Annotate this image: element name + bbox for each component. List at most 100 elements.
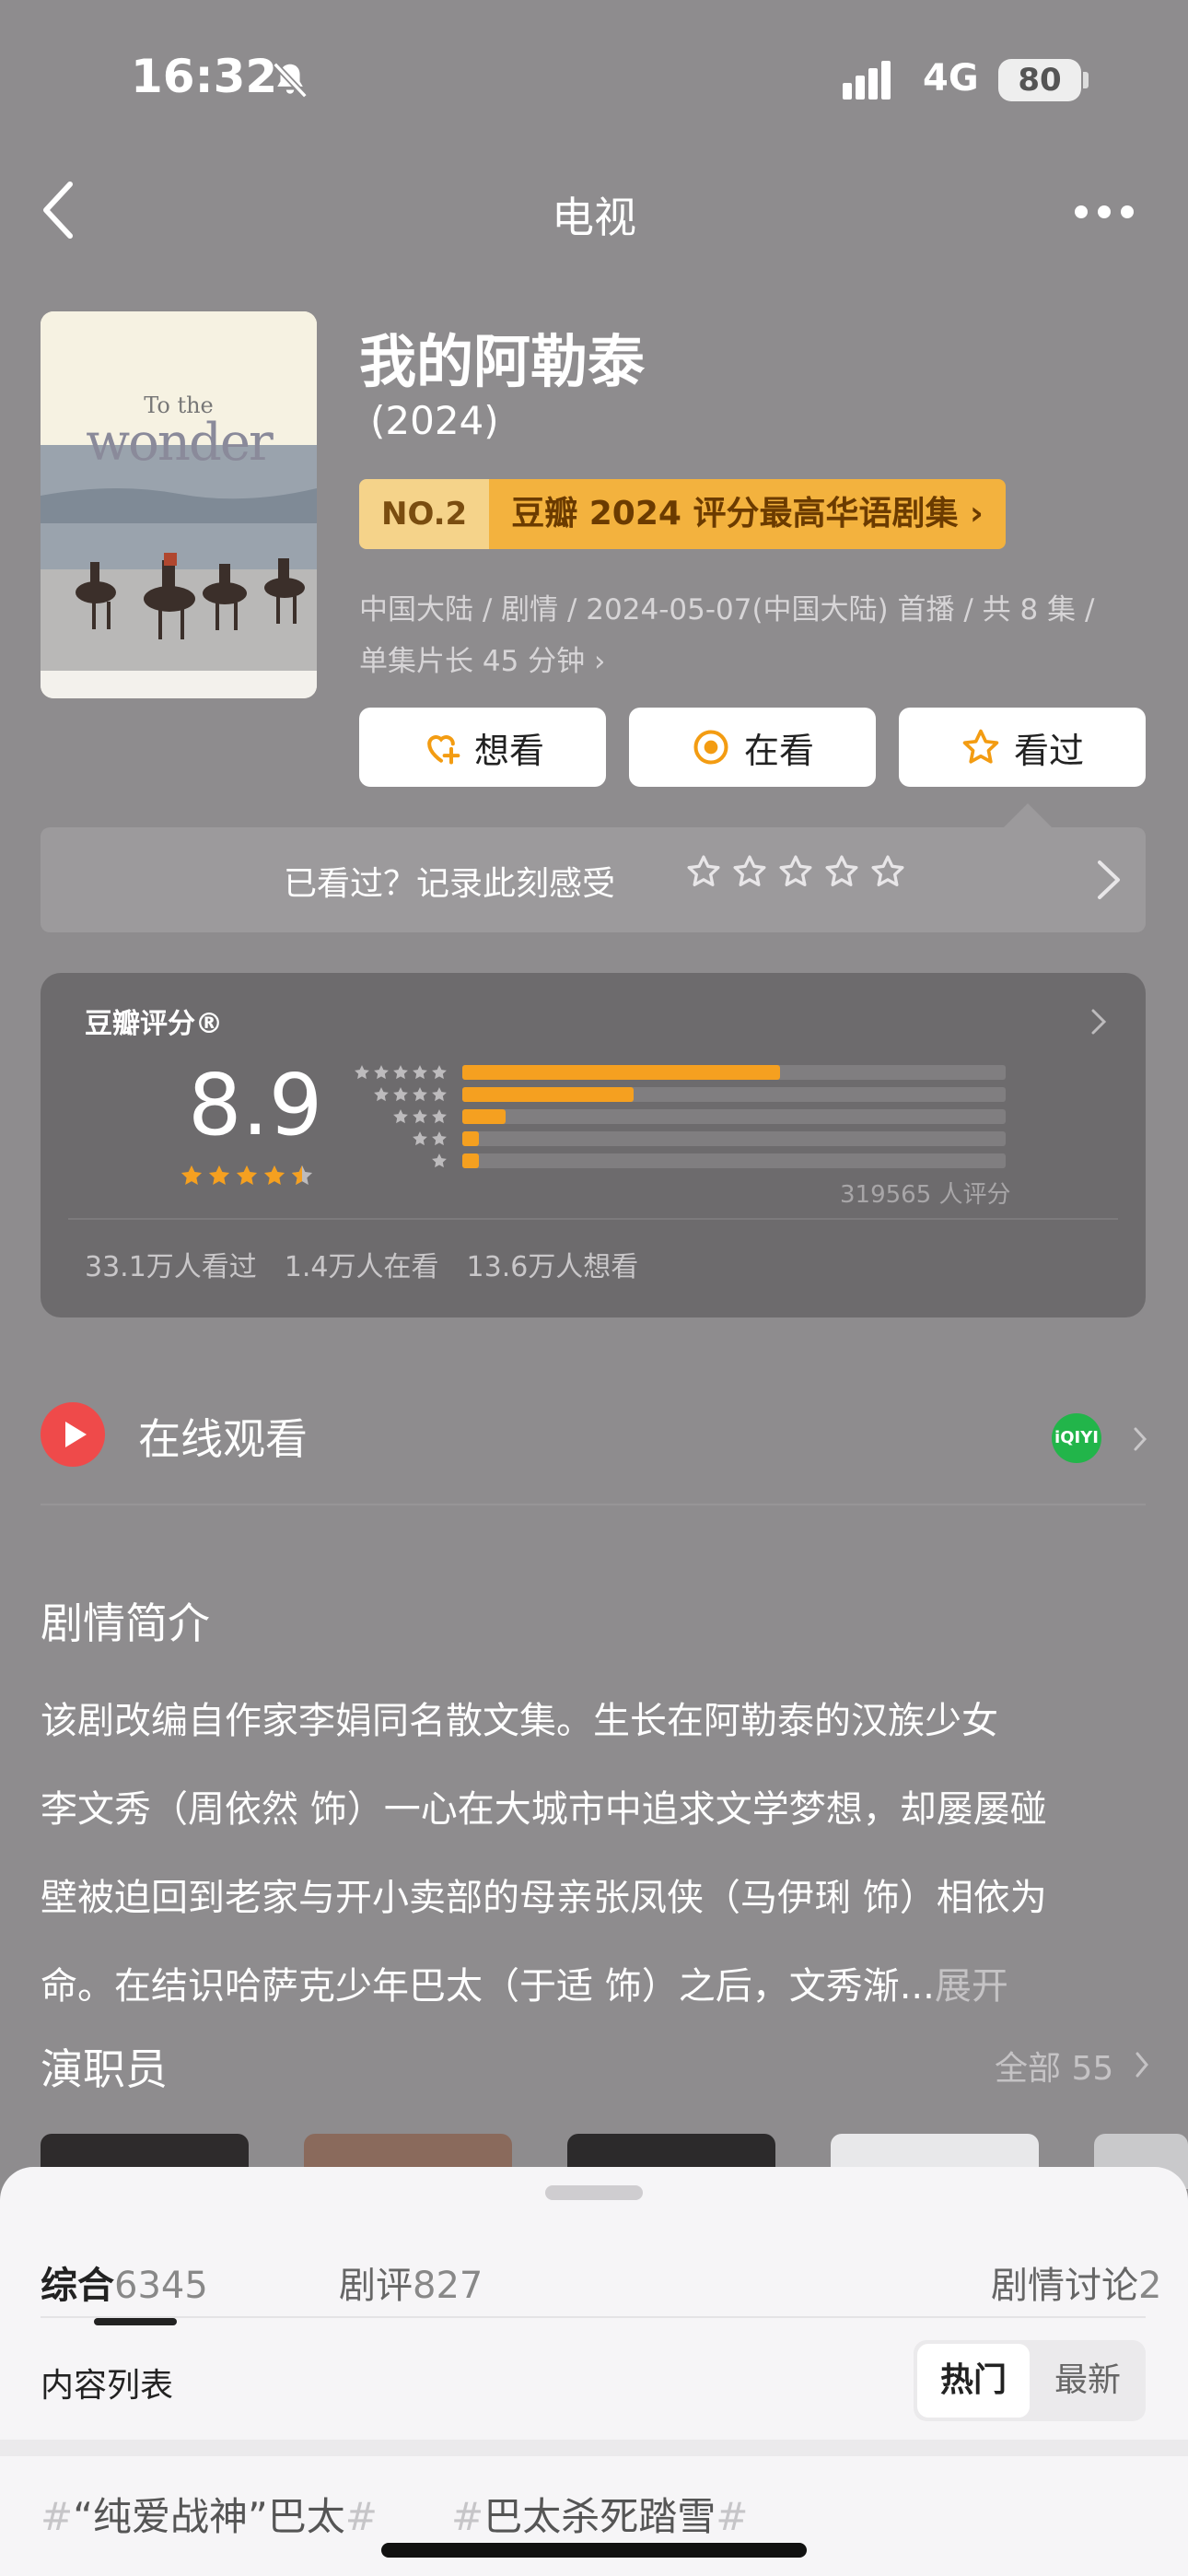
rating-card[interactable]: 豆瓣评分® 8.9 319565 人评分 33.1万人看过 1.4万人在看 13… bbox=[41, 973, 1146, 1317]
star-icon bbox=[432, 1065, 447, 1080]
topic-tag[interactable]: #“纯爱战神”巴太# bbox=[41, 2486, 378, 2542]
synopsis-title: 剧情简介 bbox=[41, 1598, 210, 1648]
sort-toggle[interactable]: 热门 最新 bbox=[914, 2340, 1146, 2421]
meta-line-1: 中国大陆 / 剧情 / 2024-05-07(中国大陆) 首播 / 共 8 集 … bbox=[359, 593, 1095, 626]
tab-reviews[interactable]: 剧评827 bbox=[339, 2255, 483, 2309]
show-year: (2024) bbox=[370, 398, 499, 443]
rating-divider bbox=[68, 1218, 1118, 1220]
star-icon bbox=[432, 1131, 447, 1146]
section-separator bbox=[0, 2440, 1188, 2456]
star-icon bbox=[263, 1165, 285, 1186]
chevron-right-icon bbox=[1098, 861, 1120, 899]
star-icon bbox=[413, 1087, 427, 1102]
show-meta[interactable]: 中国大陆 / 剧情 / 2024-05-07(中国大陆) 首播 / 共 8 集 … bbox=[359, 584, 1142, 687]
more-dots-icon[interactable] bbox=[1074, 203, 1135, 221]
tab-plot-discussion[interactable]: 剧情讨论2 bbox=[991, 2255, 1161, 2309]
sort-hot-button[interactable]: 热门 bbox=[917, 2344, 1030, 2418]
rating-score: 8.9 bbox=[188, 1056, 323, 1154]
rating-bar-stars bbox=[391, 1107, 448, 1126]
chevron-right-icon bbox=[1091, 1009, 1107, 1035]
rating-bar-row bbox=[353, 1063, 1006, 1082]
tab-overview[interactable]: 综合6345 bbox=[41, 2255, 208, 2309]
discussion-sheet[interactable]: 综合6345 剧评827 剧情讨论2 内容列表 热门 最新 #“纯爱战神”巴太#… bbox=[0, 2167, 1188, 2576]
rating-bar-track bbox=[462, 1109, 1006, 1124]
poster-art bbox=[41, 311, 317, 698]
want-to-watch-label: 想看 bbox=[473, 730, 544, 771]
bell-muted-icon bbox=[273, 62, 308, 99]
star-icon bbox=[432, 1153, 447, 1168]
synopsis-line: 壁被迫回到老家与开小卖部的母亲张凤侠（马伊琍 饰）相依为 bbox=[41, 1877, 1047, 1919]
star-icon bbox=[825, 855, 858, 887]
online-watch-label: 在线观看 bbox=[138, 1414, 308, 1464]
iqiyi-icon[interactable]: iQIYI bbox=[1052, 1413, 1101, 1463]
star-icon bbox=[393, 1065, 408, 1080]
rating-bar-track bbox=[462, 1087, 1006, 1102]
star-icon bbox=[871, 855, 904, 887]
cast-title: 演职员 bbox=[41, 2044, 168, 2094]
meta-line-2: 单集片长 45 分钟 › bbox=[359, 645, 606, 678]
expand-link[interactable]: 展开 bbox=[935, 1965, 1008, 2008]
watching-button[interactable]: 在看 bbox=[629, 708, 876, 787]
star-icon bbox=[393, 1109, 408, 1124]
poster-image[interactable]: To the wonder bbox=[41, 311, 317, 698]
watched-label: 看过 bbox=[1013, 730, 1084, 771]
show-title: 我的阿勒泰 bbox=[359, 328, 646, 395]
heart-plus-icon bbox=[427, 735, 460, 765]
star-icon bbox=[355, 1065, 369, 1080]
rating-bar-stars bbox=[411, 1130, 448, 1148]
star-icon bbox=[413, 1065, 427, 1080]
cellular-signal-icon bbox=[843, 61, 891, 100]
watching-count: 1.4万人在看 bbox=[284, 1251, 439, 1283]
star-icon bbox=[208, 1165, 230, 1186]
want-to-watch-button[interactable]: 想看 bbox=[359, 708, 606, 787]
rating-bar-row bbox=[354, 1107, 1006, 1126]
rating-bar-row bbox=[354, 1085, 1006, 1104]
rating-bar-stars bbox=[372, 1085, 448, 1104]
star-icon bbox=[413, 1109, 427, 1124]
star-icon bbox=[393, 1087, 408, 1102]
cast-all-link[interactable]: 全部 55 bbox=[995, 2042, 1113, 2090]
star-icon bbox=[374, 1065, 389, 1080]
chevron-right-icon bbox=[1136, 2052, 1148, 2078]
rating-bar-row bbox=[354, 1130, 1006, 1148]
watching-icon bbox=[693, 730, 728, 765]
rating-bar-fill bbox=[462, 1109, 507, 1124]
rating-bar-track bbox=[462, 1065, 1006, 1080]
topic-tag[interactable]: #巴太杀死踏雪# bbox=[451, 2486, 748, 2542]
rank-badge[interactable]: NO.2 豆瓣 2024 评分最高华语剧集 › bbox=[359, 479, 1006, 549]
rating-stars bbox=[179, 1163, 315, 1188]
sheet-handle[interactable] bbox=[545, 2185, 643, 2200]
watch-stats: 33.1万人看过 1.4万人在看 13.6万人想看 bbox=[85, 1244, 638, 1284]
star-icon bbox=[291, 1165, 313, 1186]
status-time: 16:32 bbox=[131, 50, 278, 103]
rating-bar-fill bbox=[462, 1153, 479, 1168]
rank-number: NO.2 bbox=[359, 479, 490, 549]
chevron-right-icon bbox=[1134, 1427, 1147, 1451]
star-icon bbox=[236, 1165, 258, 1186]
battery-icon: 80 bbox=[998, 59, 1081, 101]
record-pointer bbox=[1002, 803, 1054, 829]
rating-bar-fill bbox=[462, 1065, 781, 1080]
rating-bar-track bbox=[462, 1131, 1006, 1146]
status-bar: 16:32 4G 80 bbox=[0, 0, 1188, 147]
synopsis-line: 该剧改编自作家李娟同名散文集。生长在阿勒泰的汉族少女 bbox=[41, 1700, 998, 1742]
watching-label: 在看 bbox=[743, 730, 814, 771]
home-indicator[interactable] bbox=[381, 2543, 807, 2558]
rating-bar-fill bbox=[462, 1087, 634, 1102]
content-list-label: 内容列表 bbox=[41, 2367, 174, 2405]
record-feeling-text: 已看过？记录此刻感受 bbox=[284, 865, 616, 903]
rating-count: 319565 人评分 bbox=[840, 1181, 1011, 1209]
record-feeling-bar[interactable]: 已看过？记录此刻感受 bbox=[41, 827, 1146, 932]
online-watch-row[interactable]: 在线观看 iQIYI bbox=[41, 1393, 1147, 1474]
synopsis-line: 李文秀（周依然 饰）一心在大城市中追求文学梦想，却屡屡碰 bbox=[41, 1788, 1047, 1831]
star-icon bbox=[432, 1087, 447, 1102]
synopsis-text: 该剧改编自作家李娟同名散文集。生长在阿勒泰的汉族少女 李文秀（周依然 饰）一心在… bbox=[41, 1677, 1155, 2031]
poster-title-large: wonder bbox=[86, 413, 273, 473]
watched-button[interactable]: 看过 bbox=[899, 708, 1146, 787]
sort-new-button[interactable]: 最新 bbox=[1033, 2344, 1142, 2418]
synopsis-line: 命。在结识哈萨克少年巴太（于适 饰）之后，文秀渐...展开 bbox=[41, 1965, 1008, 2008]
star-icon bbox=[374, 1087, 389, 1102]
rate-stars[interactable] bbox=[685, 853, 906, 890]
rating-bar-stars bbox=[353, 1063, 448, 1082]
nav-title: 电视 bbox=[552, 193, 636, 242]
